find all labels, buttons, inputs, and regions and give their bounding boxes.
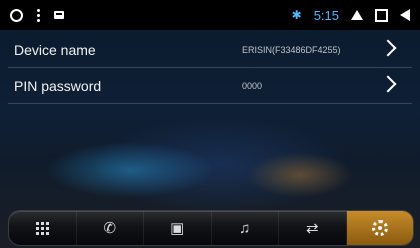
chevron-right-icon[interactable] <box>379 75 397 93</box>
phone-icon: ✆ <box>103 219 117 237</box>
bluetooth-icon: ✱ <box>291 8 302 22</box>
headphones-icon: ♫ <box>239 219 251 237</box>
chevron-right-icon[interactable] <box>379 39 397 57</box>
settings-row-pin-password[interactable]: PIN password 0000 <box>8 69 412 104</box>
circle-icon <box>10 8 23 22</box>
back-icon[interactable] <box>400 9 410 21</box>
dock-item-apps[interactable] <box>9 211 77 245</box>
pin-password-value: 0000 <box>242 81 263 91</box>
dock-item-phone[interactable]: ✆ <box>77 211 144 245</box>
gear-icon <box>371 220 388 236</box>
home-icon[interactable] <box>351 10 363 20</box>
dock-item-music[interactable]: ♫ <box>212 211 279 245</box>
settings-row-device-name[interactable]: Device name ERISIN(F33486DF4255) <box>8 33 412 68</box>
bottom-dock: ✆ ▣ ♫ ⇄ <box>8 210 414 246</box>
phone-transfer-icon: ⇄ <box>305 219 319 237</box>
device-name-value: ERISIN(F33486DF4255) <box>242 45 341 55</box>
dock-item-settings[interactable] <box>346 211 413 245</box>
card-icon <box>54 11 64 19</box>
overflow-dots-icon[interactable] <box>37 8 40 22</box>
status-time: 5:15 <box>313 7 339 23</box>
dock-item-transfer[interactable]: ⇄ <box>279 211 347 245</box>
grid-icon <box>35 221 49 235</box>
bluetooth-settings-screen: ✱ 5:15 Device name ERISIN(F33486DF4255) … <box>0 0 420 248</box>
device-name-label: Device name <box>14 42 96 58</box>
dock-item-contacts[interactable]: ▣ <box>144 211 212 245</box>
status-bar: ✱ 5:15 <box>0 0 420 30</box>
recents-icon[interactable] <box>375 8 388 22</box>
contacts-icon: ▣ <box>170 219 185 237</box>
pin-password-label: PIN password <box>14 78 102 94</box>
